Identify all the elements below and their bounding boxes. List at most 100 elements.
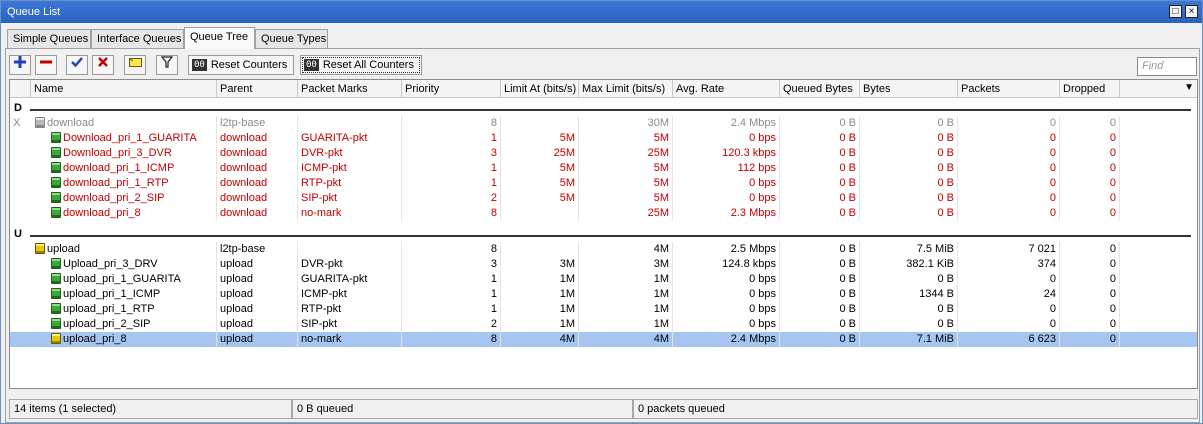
tab-simple-queues[interactable]: Simple Queues <box>7 29 91 49</box>
column-priority[interactable]: Priority <box>402 80 501 98</box>
column-name[interactable]: Name <box>31 80 217 98</box>
cell-text: 4M <box>559 333 575 345</box>
cell-parent: upload <box>217 302 298 317</box>
close-icon[interactable]: × <box>1185 5 1198 18</box>
queue-icon <box>51 207 61 218</box>
maximize-icon[interactable]: □ <box>1169 5 1182 18</box>
header-flag[interactable] <box>10 80 31 98</box>
toolbar: 00 Reset Counters 00 Reset All Counters Fi… <box>6 53 1199 77</box>
cell-text: 0 <box>1049 318 1056 330</box>
table-row[interactable]: Xdownload l2tp-base 8 30M 2.4 Mbps 0 B 0 B 0 0 <box>10 116 1197 131</box>
table-row[interactable]: upload l2tp-base 8 4M 2.5 Mbps 0 B 7.5 MiB 7 02… <box>10 242 1197 257</box>
add-button[interactable] <box>9 55 31 75</box>
cell-text: 2.5 Mbps <box>730 243 776 255</box>
column-packets[interactable]: Packets <box>958 80 1060 98</box>
table-row[interactable]: upload_pri_1_GUARITA upload GUARITA-pkt 1 1M… <box>10 272 1197 287</box>
cell-packets: 0 <box>958 317 1060 332</box>
remove-button[interactable] <box>35 55 57 75</box>
cell-max-limit: 1M <box>579 302 673 317</box>
cell-text: 1M <box>559 288 575 300</box>
cell-text: 0 <box>1049 132 1056 144</box>
table-row[interactable]: upload_pri_1_ICMP upload ICMP-pkt 1 1M 1M 0 bp… <box>10 287 1197 302</box>
table-row[interactable]: upload_pri_2_SIP upload SIP-pkt 2 1M 1M 0 bps 0… <box>10 317 1197 332</box>
cell-text: 0 <box>1109 207 1116 219</box>
cell-parent: download <box>217 191 298 206</box>
cell-text: 382.1 KiB <box>906 258 954 270</box>
cell-bytes: 7.5 MiB <box>860 242 958 257</box>
cell-text: upload <box>220 333 254 345</box>
status-item-count: 14 items (1 selected) <box>9 399 292 419</box>
enable-button[interactable] <box>66 55 88 75</box>
column-queued-bytes[interactable]: Queued Bytes <box>780 80 860 98</box>
cell-text: 0 bps <box>749 273 776 285</box>
filter-button[interactable] <box>156 55 178 75</box>
queue-icon <box>51 177 61 188</box>
cell-priority: 8 <box>402 206 501 221</box>
column-parent[interactable]: Parent <box>217 80 298 98</box>
cell-text: 1344 B <box>919 288 954 300</box>
tab-interface-queues[interactable]: Interface Queues <box>91 29 184 49</box>
column-dropped[interactable]: Dropped <box>1060 80 1120 98</box>
column-avg-rate[interactable]: Avg. Rate <box>673 80 780 98</box>
cell-text: 7.1 MiB <box>916 333 954 345</box>
table-row[interactable]: Upload_pri_3_DRV upload DVR-pkt 3 3M 3M 124.8 … <box>10 257 1197 272</box>
cell-packets: 0 <box>958 131 1060 146</box>
cell-limit-at: 5M <box>501 176 579 191</box>
column-chooser-icon[interactable]: ▼ <box>1184 82 1194 93</box>
column-packet-marks[interactable]: Packet Marks <box>298 80 402 98</box>
reset-all-counters-button[interactable]: 00 Reset All Counters <box>300 55 422 75</box>
comment-button[interactable] <box>124 55 146 75</box>
column-limit-at[interactable]: Limit At (bits/s) <box>501 80 579 98</box>
table-row[interactable]: upload_pri_8 upload no-mark 8 4M 4M 2.4 Mbps 0 … <box>10 332 1197 347</box>
cell-text: 0 <box>1109 162 1116 174</box>
cell-text: 0 bps <box>749 318 776 330</box>
cell-packets: 0 <box>958 176 1060 191</box>
cell-text: download_pri_1_RTP <box>63 177 169 189</box>
tab-queue-tree[interactable]: Queue Tree <box>184 27 255 49</box>
cell-text: 1M <box>559 318 575 330</box>
cell-limit-at <box>501 242 579 257</box>
disable-button[interactable] <box>92 55 114 75</box>
cell-text: 7.5 MiB <box>916 243 954 255</box>
table-row[interactable]: download_pri_1_RTP download RTP-pkt 1 5M 5M 0 … <box>10 176 1197 191</box>
cell-text: 5M <box>559 132 575 144</box>
cell-bytes: 0 B <box>860 176 958 191</box>
cell-queued-bytes: 0 B <box>780 116 860 131</box>
cell-packets: 0 <box>958 302 1060 317</box>
tab-queue-types[interactable]: Queue Types <box>255 29 328 49</box>
cell-marks: SIP-pkt <box>298 317 402 332</box>
table-row[interactable]: download_pri_8 download no-mark 8 25M 2.3 Mbp… <box>10 206 1197 221</box>
find-input[interactable]: Find <box>1137 57 1197 76</box>
cell-parent: upload <box>217 257 298 272</box>
cell-dropped: 0 <box>1060 191 1120 206</box>
cell-parent: download <box>217 161 298 176</box>
title-bar[interactable]: Queue List □ × <box>1 1 1202 23</box>
cell-text: upload_pri_1_GUARITA <box>63 273 181 285</box>
cell-bytes: 382.1 KiB <box>860 257 958 272</box>
table-row[interactable]: download_pri_2_SIP download SIP-pkt 2 5M 5M 0 … <box>10 191 1197 206</box>
group-label: U <box>14 228 22 240</box>
cell-parent: upload <box>217 332 298 347</box>
table-row[interactable]: download_pri_1_ICMP download ICMP-pkt 1 5M 5M… <box>10 161 1197 176</box>
queue-icon <box>51 273 61 284</box>
cell-priority: 1 <box>402 131 501 146</box>
column-max-limit[interactable]: Max Limit (bits/s) <box>579 80 673 98</box>
cell-text: 0 bps <box>749 192 776 204</box>
reset-counters-button[interactable]: 00 Reset Counters <box>188 55 294 75</box>
cell-text: 0 B <box>839 258 856 270</box>
cell-limit-at: 1M <box>501 317 579 332</box>
column-bytes[interactable]: Bytes <box>860 80 958 98</box>
table-row[interactable]: Download_pri_3_DVR download DVR-pkt 3 25M 25M… <box>10 146 1197 161</box>
cell-dropped: 0 <box>1060 146 1120 161</box>
table-row[interactable]: upload_pri_1_RTP upload RTP-pkt 1 1M 1M 0 bps 0… <box>10 302 1197 317</box>
cell-packets: 7 021 <box>958 242 1060 257</box>
cell-packets: 0 <box>958 272 1060 287</box>
queue-icon <box>35 243 45 254</box>
cell-text: 374 <box>1037 258 1056 270</box>
counter-icon: 00 <box>304 59 319 72</box>
cell-text: 1 <box>490 162 497 174</box>
cell-text: 25M <box>553 147 575 159</box>
cell-text: 3 <box>490 258 497 270</box>
table-row[interactable]: Download_pri_1_GUARITA download GUARITA-pk… <box>10 131 1197 146</box>
cell-text: 0 <box>1049 177 1056 189</box>
